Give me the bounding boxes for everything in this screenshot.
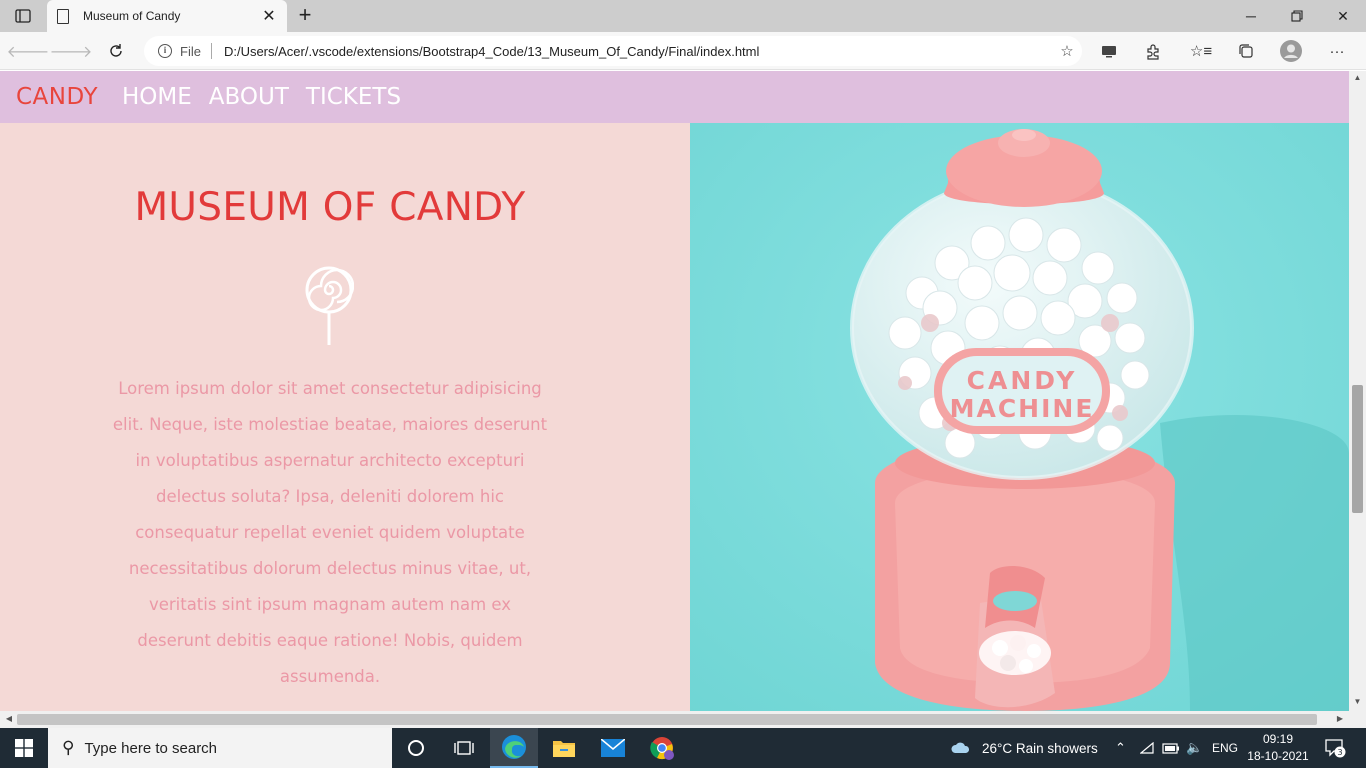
- mail-icon[interactable]: [589, 728, 637, 768]
- task-view-icon[interactable]: [440, 728, 488, 768]
- taskbar-clock[interactable]: 09:19 18-10-2021: [1240, 731, 1316, 765]
- scroll-left-icon[interactable]: ◀: [3, 714, 15, 726]
- url-scheme: File: [180, 43, 201, 59]
- new-tab-button[interactable]: +: [293, 4, 317, 28]
- page-viewport: CANDY HOME ABOUT TICKETS MUSEUM OF CANDY…: [0, 71, 1349, 711]
- browser-toolbar: 🡐 🡒 i File D:/Users/Acer/.vscode/extensi…: [0, 32, 1366, 70]
- clock-time: 09:19: [1262, 732, 1294, 746]
- scrollbar-corner: [1349, 711, 1366, 728]
- horizontal-scroll-thumb[interactable]: [17, 714, 1317, 725]
- tab-close-icon[interactable]: ✕: [261, 6, 277, 26]
- extensions-icon[interactable]: [1138, 38, 1168, 64]
- weather-text[interactable]: 26°C Rain showers: [982, 728, 1098, 768]
- more-options-icon[interactable]: ···: [1322, 38, 1352, 64]
- chrome-icon[interactable]: [638, 728, 686, 768]
- forward-button[interactable]: 🡒: [50, 38, 93, 64]
- browser-tab-active[interactable]: Museum of Candy ✕: [47, 0, 287, 32]
- vertical-scroll-thumb[interactable]: [1352, 385, 1363, 513]
- machine-label-line1: CANDY: [967, 366, 1078, 395]
- lollipop-icon: [304, 265, 355, 347]
- reload-button[interactable]: [102, 38, 130, 64]
- profile-avatar[interactable]: [1276, 38, 1306, 64]
- address-bar[interactable]: i File D:/Users/Acer/.vscode/extensions/…: [144, 36, 1082, 66]
- close-window-button[interactable]: ✕: [1320, 0, 1366, 32]
- collections-icon[interactable]: [1231, 38, 1261, 64]
- windows-taskbar: ⚲ Type here to search 26°C Rain showers …: [0, 728, 1366, 768]
- scroll-right-icon[interactable]: ▶: [1334, 714, 1346, 726]
- tab-title: Museum of Candy: [83, 9, 181, 23]
- url-text[interactable]: D:/Users/Acer/.vscode/extensions/Bootstr…: [224, 44, 1052, 59]
- file-explorer-icon[interactable]: [540, 728, 588, 768]
- site-info-icon[interactable]: i: [158, 44, 172, 58]
- vertical-scrollbar[interactable]: ▲ ▼: [1349, 71, 1366, 711]
- nav-home[interactable]: HOME: [122, 84, 192, 110]
- site-navbar: CANDY HOME ABOUT TICKETS: [0, 71, 1349, 123]
- cast-icon[interactable]: [1094, 38, 1124, 64]
- add-favorite-icon[interactable]: ☆: [1052, 42, 1082, 60]
- hero-text-panel: MUSEUM OF CANDY Lorem ipsum dolor sit am…: [0, 123, 690, 711]
- back-button[interactable]: 🡐: [7, 38, 50, 64]
- scroll-down-icon[interactable]: ▼: [1349, 697, 1366, 709]
- network-icon[interactable]: [1140, 728, 1154, 768]
- battery-icon[interactable]: [1162, 728, 1180, 768]
- edge-browser-icon[interactable]: [490, 728, 538, 768]
- search-icon: ⚲: [62, 738, 75, 757]
- cortana-icon[interactable]: [392, 728, 440, 768]
- search-placeholder: Type here to search: [84, 739, 218, 757]
- restore-button[interactable]: [1274, 0, 1320, 32]
- hero-title: MUSEUM OF CANDY: [134, 185, 526, 230]
- brand-link[interactable]: CANDY: [16, 84, 98, 110]
- horizontal-scrollbar[interactable]: ◀ ▶: [0, 711, 1349, 728]
- taskbar-search-input[interactable]: ⚲ Type here to search: [48, 728, 392, 768]
- url-separator: [210, 43, 212, 59]
- volume-icon[interactable]: 🔈: [1186, 728, 1203, 768]
- weather-icon[interactable]: [950, 728, 972, 768]
- notification-count: 3: [1337, 748, 1342, 757]
- windows-start-icon[interactable]: [0, 728, 48, 768]
- browser-tab-strip: Museum of Candy ✕ + ─ ✕: [0, 0, 1366, 32]
- minimize-button[interactable]: ─: [1228, 0, 1274, 32]
- notifications-icon[interactable]: 3: [1324, 728, 1346, 768]
- favorites-icon[interactable]: ☆≡: [1186, 38, 1216, 64]
- hero-paragraph: Lorem ipsum dolor sit amet consectetur a…: [112, 379, 548, 686]
- show-hidden-icons[interactable]: ⌃: [1115, 728, 1126, 768]
- page-icon: [57, 8, 69, 24]
- gumball-machine-image: CANDY MACHINE: [690, 123, 1349, 711]
- machine-label-line2: MACHINE: [950, 394, 1095, 423]
- clock-date: 18-10-2021: [1247, 749, 1309, 763]
- tab-actions-icon[interactable]: [8, 5, 38, 27]
- language-indicator[interactable]: ENG: [1212, 728, 1238, 768]
- nav-about[interactable]: ABOUT: [209, 84, 289, 110]
- scroll-up-icon[interactable]: ▲: [1349, 73, 1366, 85]
- nav-tickets[interactable]: TICKETS: [306, 84, 401, 110]
